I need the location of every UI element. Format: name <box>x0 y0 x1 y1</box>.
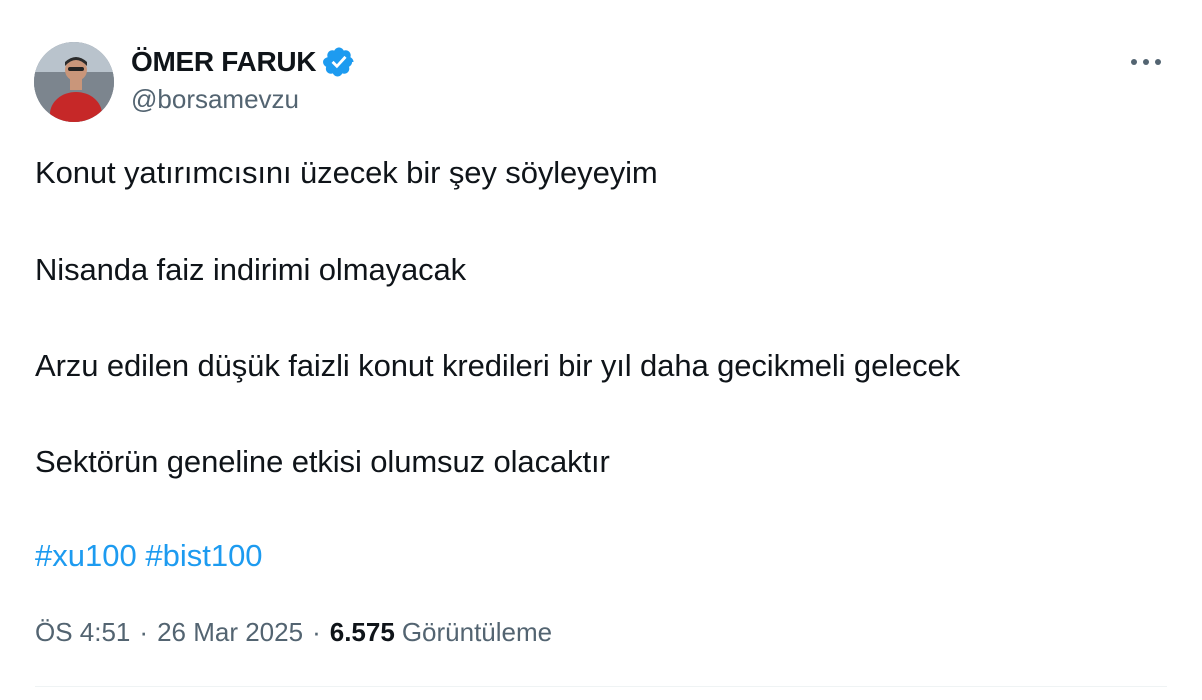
tweet-text-line: Nisanda faiz indirimi olmayacak <box>35 252 467 287</box>
author-name-row: ÖMER FARUK <box>131 44 356 80</box>
tweet-text-line: Sektörün geneline etkisi olumsuz olacakt… <box>35 444 610 479</box>
avatar[interactable] <box>34 42 114 122</box>
tweet-text-line: Arzu edilen düşük faizli konut kredileri… <box>35 348 961 383</box>
views-label: Görüntüleme <box>401 617 553 647</box>
author-display-name[interactable]: ÖMER FARUK <box>131 46 317 78</box>
tweet-time[interactable]: ÖS 4:51 <box>35 617 130 648</box>
meta-separator: · <box>139 617 149 647</box>
views-count: 6.575 <box>329 617 395 647</box>
more-horizontal-icon <box>1131 59 1161 65</box>
hashtag-row: #xu100 #bist100 <box>35 538 263 574</box>
hashtag-link-bist100[interactable]: #bist100 <box>145 538 262 573</box>
more-options-button[interactable] <box>1128 48 1164 76</box>
hashtag-link-xu100[interactable]: #xu100 <box>35 538 137 573</box>
tweet-date[interactable]: 26 Mar 2025 <box>157 617 303 648</box>
verified-badge-icon[interactable] <box>322 45 356 79</box>
tweet-text-line: Konut yatırımcısını üzecek bir şey söyle… <box>35 155 658 190</box>
meta-separator: · <box>312 617 321 647</box>
divider <box>35 686 1167 687</box>
author-handle[interactable]: @borsamevzu <box>131 84 299 115</box>
tweet-meta: ÖS 4:51 · 26 Mar 2025 · 6.575 Görüntülem… <box>35 617 552 648</box>
avatar-photo <box>34 42 114 122</box>
